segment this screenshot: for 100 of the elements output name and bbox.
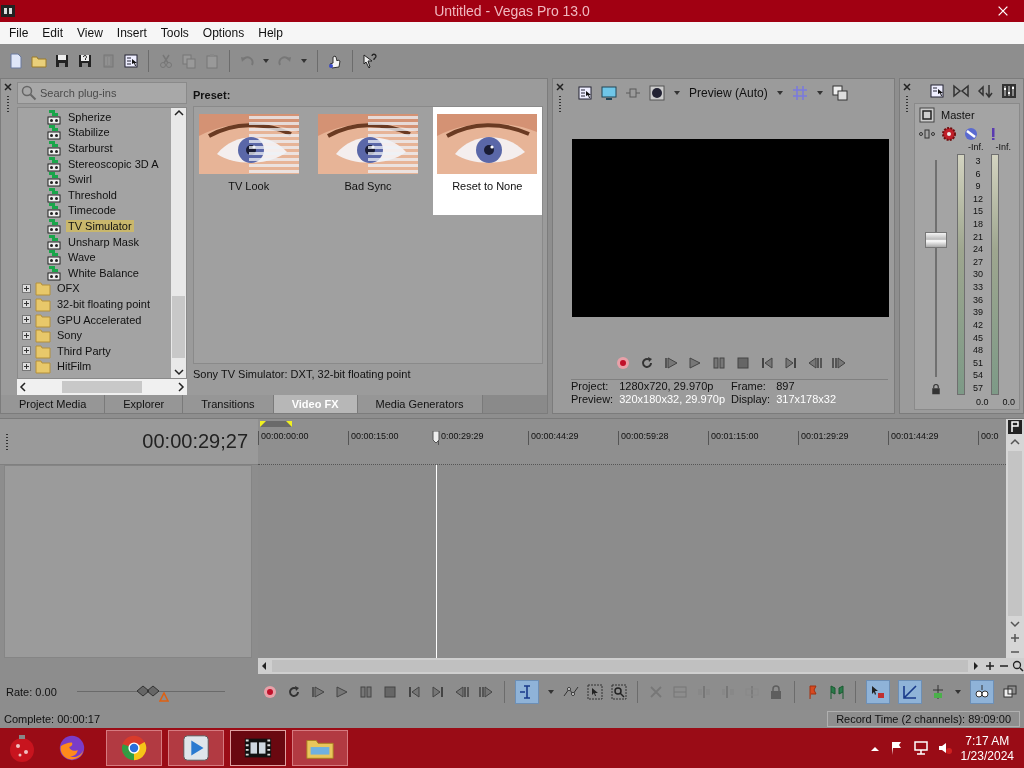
tree-item[interactable]: Wave <box>66 251 98 264</box>
play-icon[interactable] <box>181 733 211 763</box>
tree-item[interactable]: OFX <box>55 282 82 295</box>
scrollbar[interactable] <box>171 108 186 378</box>
tree-item[interactable]: Starburst <box>66 142 115 154</box>
pause-icon[interactable] <box>710 355 727 371</box>
tab[interactable]: Explorer <box>105 395 184 413</box>
properties-icon[interactable] <box>577 85 593 101</box>
preset-item[interactable]: TV Look <box>194 107 304 215</box>
preset-item[interactable]: Bad Sync <box>313 107 423 215</box>
pan-icon[interactable] <box>919 126 935 142</box>
tree-item[interactable]: TV Simulator <box>66 219 134 232</box>
tab[interactable]: Project Media <box>1 395 106 413</box>
search-field[interactable]: Search plug-ins <box>17 82 187 104</box>
scrollbar[interactable] <box>17 379 187 395</box>
tree-item[interactable]: GPU Accelerated <box>55 313 144 326</box>
grip-icon[interactable] <box>904 95 910 115</box>
tree-item[interactable]: Spherize <box>66 110 114 123</box>
tree-item[interactable]: Third Party <box>55 344 113 357</box>
copy-snapshot-icon[interactable] <box>831 85 848 101</box>
scrollbar[interactable] <box>1006 419 1024 658</box>
record-icon[interactable] <box>262 684 278 700</box>
loop-icon[interactable] <box>286 684 302 700</box>
grip-icon[interactable] <box>5 95 11 115</box>
fader-handle[interactable] <box>925 232 947 249</box>
expand-icon[interactable] <box>22 315 31 324</box>
taskbar-button[interactable] <box>230 730 286 766</box>
bus-button-icon[interactable] <box>919 107 935 123</box>
tree-item[interactable]: Swirl <box>66 173 94 186</box>
tab[interactable]: Transitions <box>183 395 274 413</box>
overlay-icon[interactable] <box>649 85 665 101</box>
network-icon[interactable] <box>912 740 929 756</box>
mixer-icon[interactable] <box>1001 83 1017 99</box>
loop-region-marker[interactable] <box>260 419 292 429</box>
grip-icon[interactable] <box>557 95 563 115</box>
play-from-start-icon[interactable] <box>310 684 326 700</box>
tree-item[interactable]: Stereoscopic 3D A <box>66 157 161 170</box>
close-icon[interactable] <box>3 82 13 92</box>
preset-item[interactable]: Reset to None <box>432 107 542 215</box>
mute-icon[interactable] <box>963 126 979 142</box>
play-from-start-icon[interactable] <box>662 355 679 371</box>
tree-item[interactable]: Unsharp Mask <box>66 235 141 248</box>
properties-icon[interactable] <box>929 83 945 99</box>
save-icon[interactable] <box>54 53 70 69</box>
menu-item[interactable]: Edit <box>35 26 71 40</box>
expand-icon[interactable] <box>22 330 31 340</box>
search-icon[interactable] <box>1012 660 1024 672</box>
menu-item[interactable]: Options <box>195 26 252 40</box>
menu-item[interactable]: Insert <box>109 26 154 40</box>
app-icon[interactable] <box>0 3 16 19</box>
clock-time[interactable]: 7:17 AM <box>965 733 1010 748</box>
tree-item[interactable]: HitFilm <box>55 360 94 373</box>
expand-icon[interactable] <box>22 283 31 293</box>
playhead-handle-icon[interactable] <box>432 431 440 444</box>
zoom-in-icon[interactable] <box>984 660 996 672</box>
marker-flag-icon[interactable] <box>1007 419 1023 435</box>
tree-item[interactable]: Sony <box>55 329 85 342</box>
scrollbar[interactable] <box>258 658 1024 674</box>
go-to-end-icon[interactable] <box>782 355 799 371</box>
preview-quality-dropdown[interactable]: Preview (Auto) <box>689 86 768 100</box>
crossfade-icon[interactable] <box>902 684 918 700</box>
zoom-tool-icon[interactable] <box>611 684 627 700</box>
close-icon[interactable] <box>902 82 912 92</box>
chrome-icon[interactable] <box>119 733 149 763</box>
go-to-end-icon[interactable] <box>430 684 446 700</box>
play-icon[interactable] <box>334 684 350 700</box>
expand-icon[interactable] <box>22 299 31 309</box>
lock-envelopes-icon[interactable] <box>974 684 990 700</box>
grip-icon[interactable] <box>4 433 10 453</box>
tree-item[interactable]: Stabilize <box>66 126 112 139</box>
menu-item[interactable]: Tools <box>153 26 196 40</box>
new-file-icon[interactable] <box>8 53 24 69</box>
record-icon[interactable] <box>614 355 631 371</box>
tree-item[interactable]: Timecode <box>66 204 118 217</box>
properties-icon[interactable] <box>123 53 139 69</box>
auto-ripple-icon[interactable] <box>870 684 886 700</box>
previous-frame-icon[interactable] <box>454 684 470 700</box>
menu-item[interactable]: File <box>2 26 36 40</box>
previous-frame-icon[interactable] <box>806 355 823 371</box>
tree-item[interactable]: White Balance <box>66 266 141 279</box>
tree-item[interactable]: Threshold <box>66 188 119 201</box>
play-icon[interactable] <box>686 355 703 371</box>
expand-icon[interactable] <box>22 361 31 371</box>
scrollbar-thumb[interactable] <box>172 296 185 358</box>
go-to-start-icon[interactable] <box>406 684 422 700</box>
hand-pointer-icon[interactable] <box>327 53 343 69</box>
scroll-down-icon[interactable] <box>172 366 185 378</box>
scroll-right-icon[interactable] <box>175 381 187 393</box>
menu-item[interactable]: Help <box>251 26 290 40</box>
stop-icon[interactable] <box>734 355 751 371</box>
clock-date[interactable]: 1/23/2024 <box>960 748 1014 763</box>
tree-item[interactable]: 32-bit floating point <box>55 297 152 310</box>
next-frame-icon[interactable] <box>478 684 494 700</box>
speaker-muted-icon[interactable] <box>936 740 953 756</box>
close-icon[interactable] <box>555 82 565 92</box>
menu-item[interactable]: View <box>70 26 110 40</box>
gear-icon[interactable] <box>941 126 957 142</box>
lock-icon[interactable] <box>930 383 942 395</box>
help-pointer-icon[interactable] <box>362 53 378 69</box>
rate-handle-icon[interactable] <box>136 685 161 697</box>
